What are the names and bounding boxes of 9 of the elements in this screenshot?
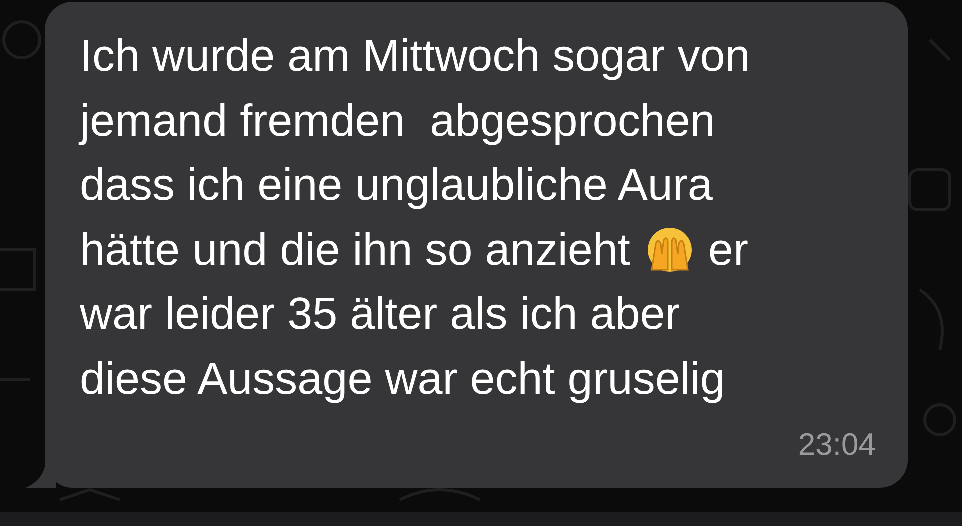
message-text: hätte und die ihn so anzieht xyxy=(80,224,630,276)
hands-over-face-emoji-icon xyxy=(646,226,694,274)
message-text: diese Aussage war echt gruselig xyxy=(80,352,726,405)
message-text: er xyxy=(708,224,748,276)
message-text: dass ich eine unglaubliche Aura xyxy=(80,159,713,212)
message-time: 23:04 xyxy=(798,426,876,464)
message-text: jemand fremden abgesprochen xyxy=(80,94,716,147)
message-text: Ich wurde am Mittwoch sogar von xyxy=(80,30,750,82)
message-text: war leider 35 älter als ich aber xyxy=(80,288,680,340)
